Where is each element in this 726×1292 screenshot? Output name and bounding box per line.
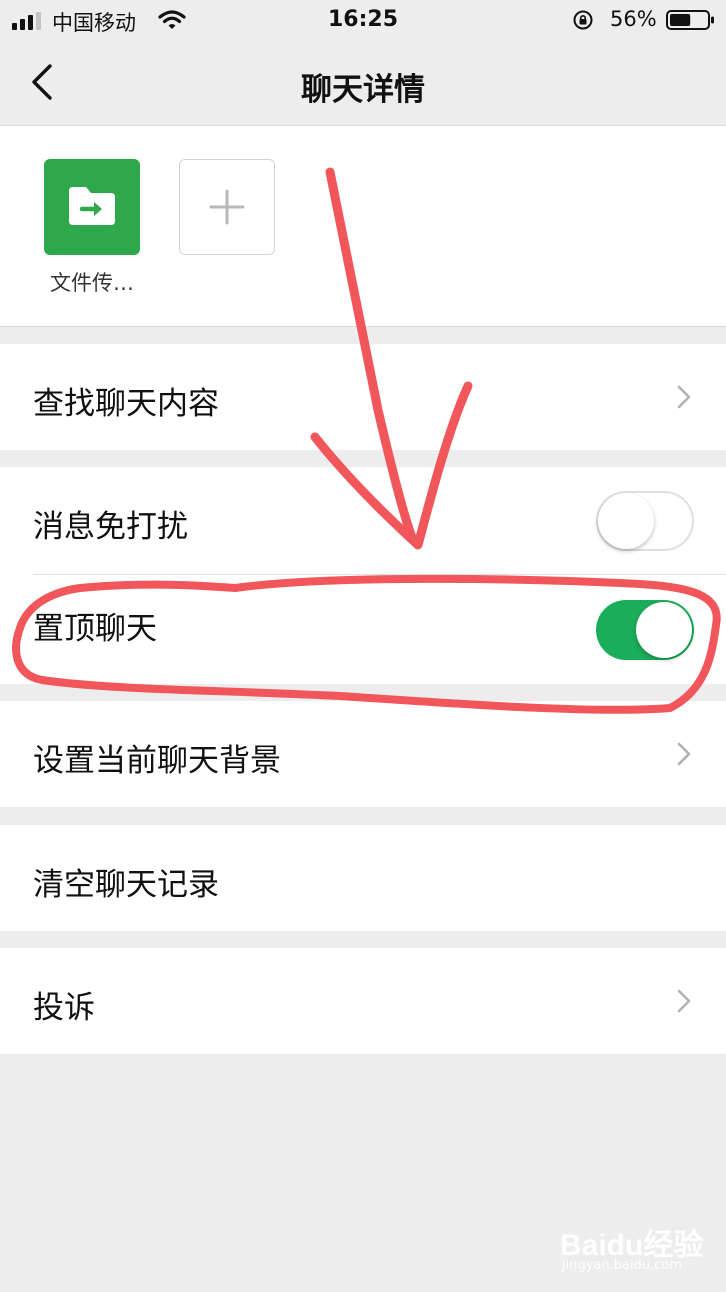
member-avatar-file-transfer[interactable] [44,159,140,255]
chat-members-section: 文件传… [0,125,726,327]
set-chat-background-cell[interactable]: 设置当前聊天背景 [0,701,726,807]
plus-icon [209,189,245,225]
folder-transfer-icon [69,187,115,225]
mute-notifications-cell[interactable]: 消息免打扰 [0,467,726,574]
rotation-lock-icon [573,10,593,30]
sticky-on-top-label: 置顶聊天 [33,611,157,647]
set-chat-background-label: 设置当前聊天背景 [33,743,281,779]
sticky-on-top-cell[interactable]: 置顶聊天 [0,575,726,684]
sticky-on-top-toggle[interactable] [596,600,694,660]
page-title: 聊天详情 [301,72,425,108]
watermark-url: jingyan.baidu.com [562,1258,682,1273]
toggle-knob [598,493,654,549]
chat-details-page: 中国移动 16:25 56% 聊天详情 文件传… 查找聊天内容 消息免打扰 置顶… [0,0,726,1292]
status-bar: 中国移动 16:25 56% [0,0,726,40]
clear-chat-history-label: 清空聊天记录 [33,867,219,903]
member-name: 文件传… [50,271,134,295]
battery-icon [666,10,714,30]
mute-notifications-label: 消息免打扰 [33,509,188,545]
chevron-right-icon [677,989,691,1013]
mute-notifications-toggle[interactable] [596,491,694,551]
add-member-button[interactable] [179,159,275,255]
chevron-right-icon [677,742,691,766]
toggle-knob [636,602,692,658]
navigation-bar: 聊天详情 [0,40,726,125]
search-chat-content-label: 查找聊天内容 [33,386,219,422]
battery-percent: 56% [610,7,657,31]
chevron-right-icon [677,385,691,409]
search-chat-content-cell[interactable]: 查找聊天内容 [0,344,726,450]
report-cell[interactable]: 投诉 [0,948,726,1054]
clear-chat-history-cell[interactable]: 清空聊天记录 [0,825,726,931]
notification-settings-group: 消息免打扰 置顶聊天 [0,467,726,684]
baidu-watermark: Baidu经验 jingyan.baidu.com [560,1220,710,1280]
report-label: 投诉 [33,990,95,1026]
